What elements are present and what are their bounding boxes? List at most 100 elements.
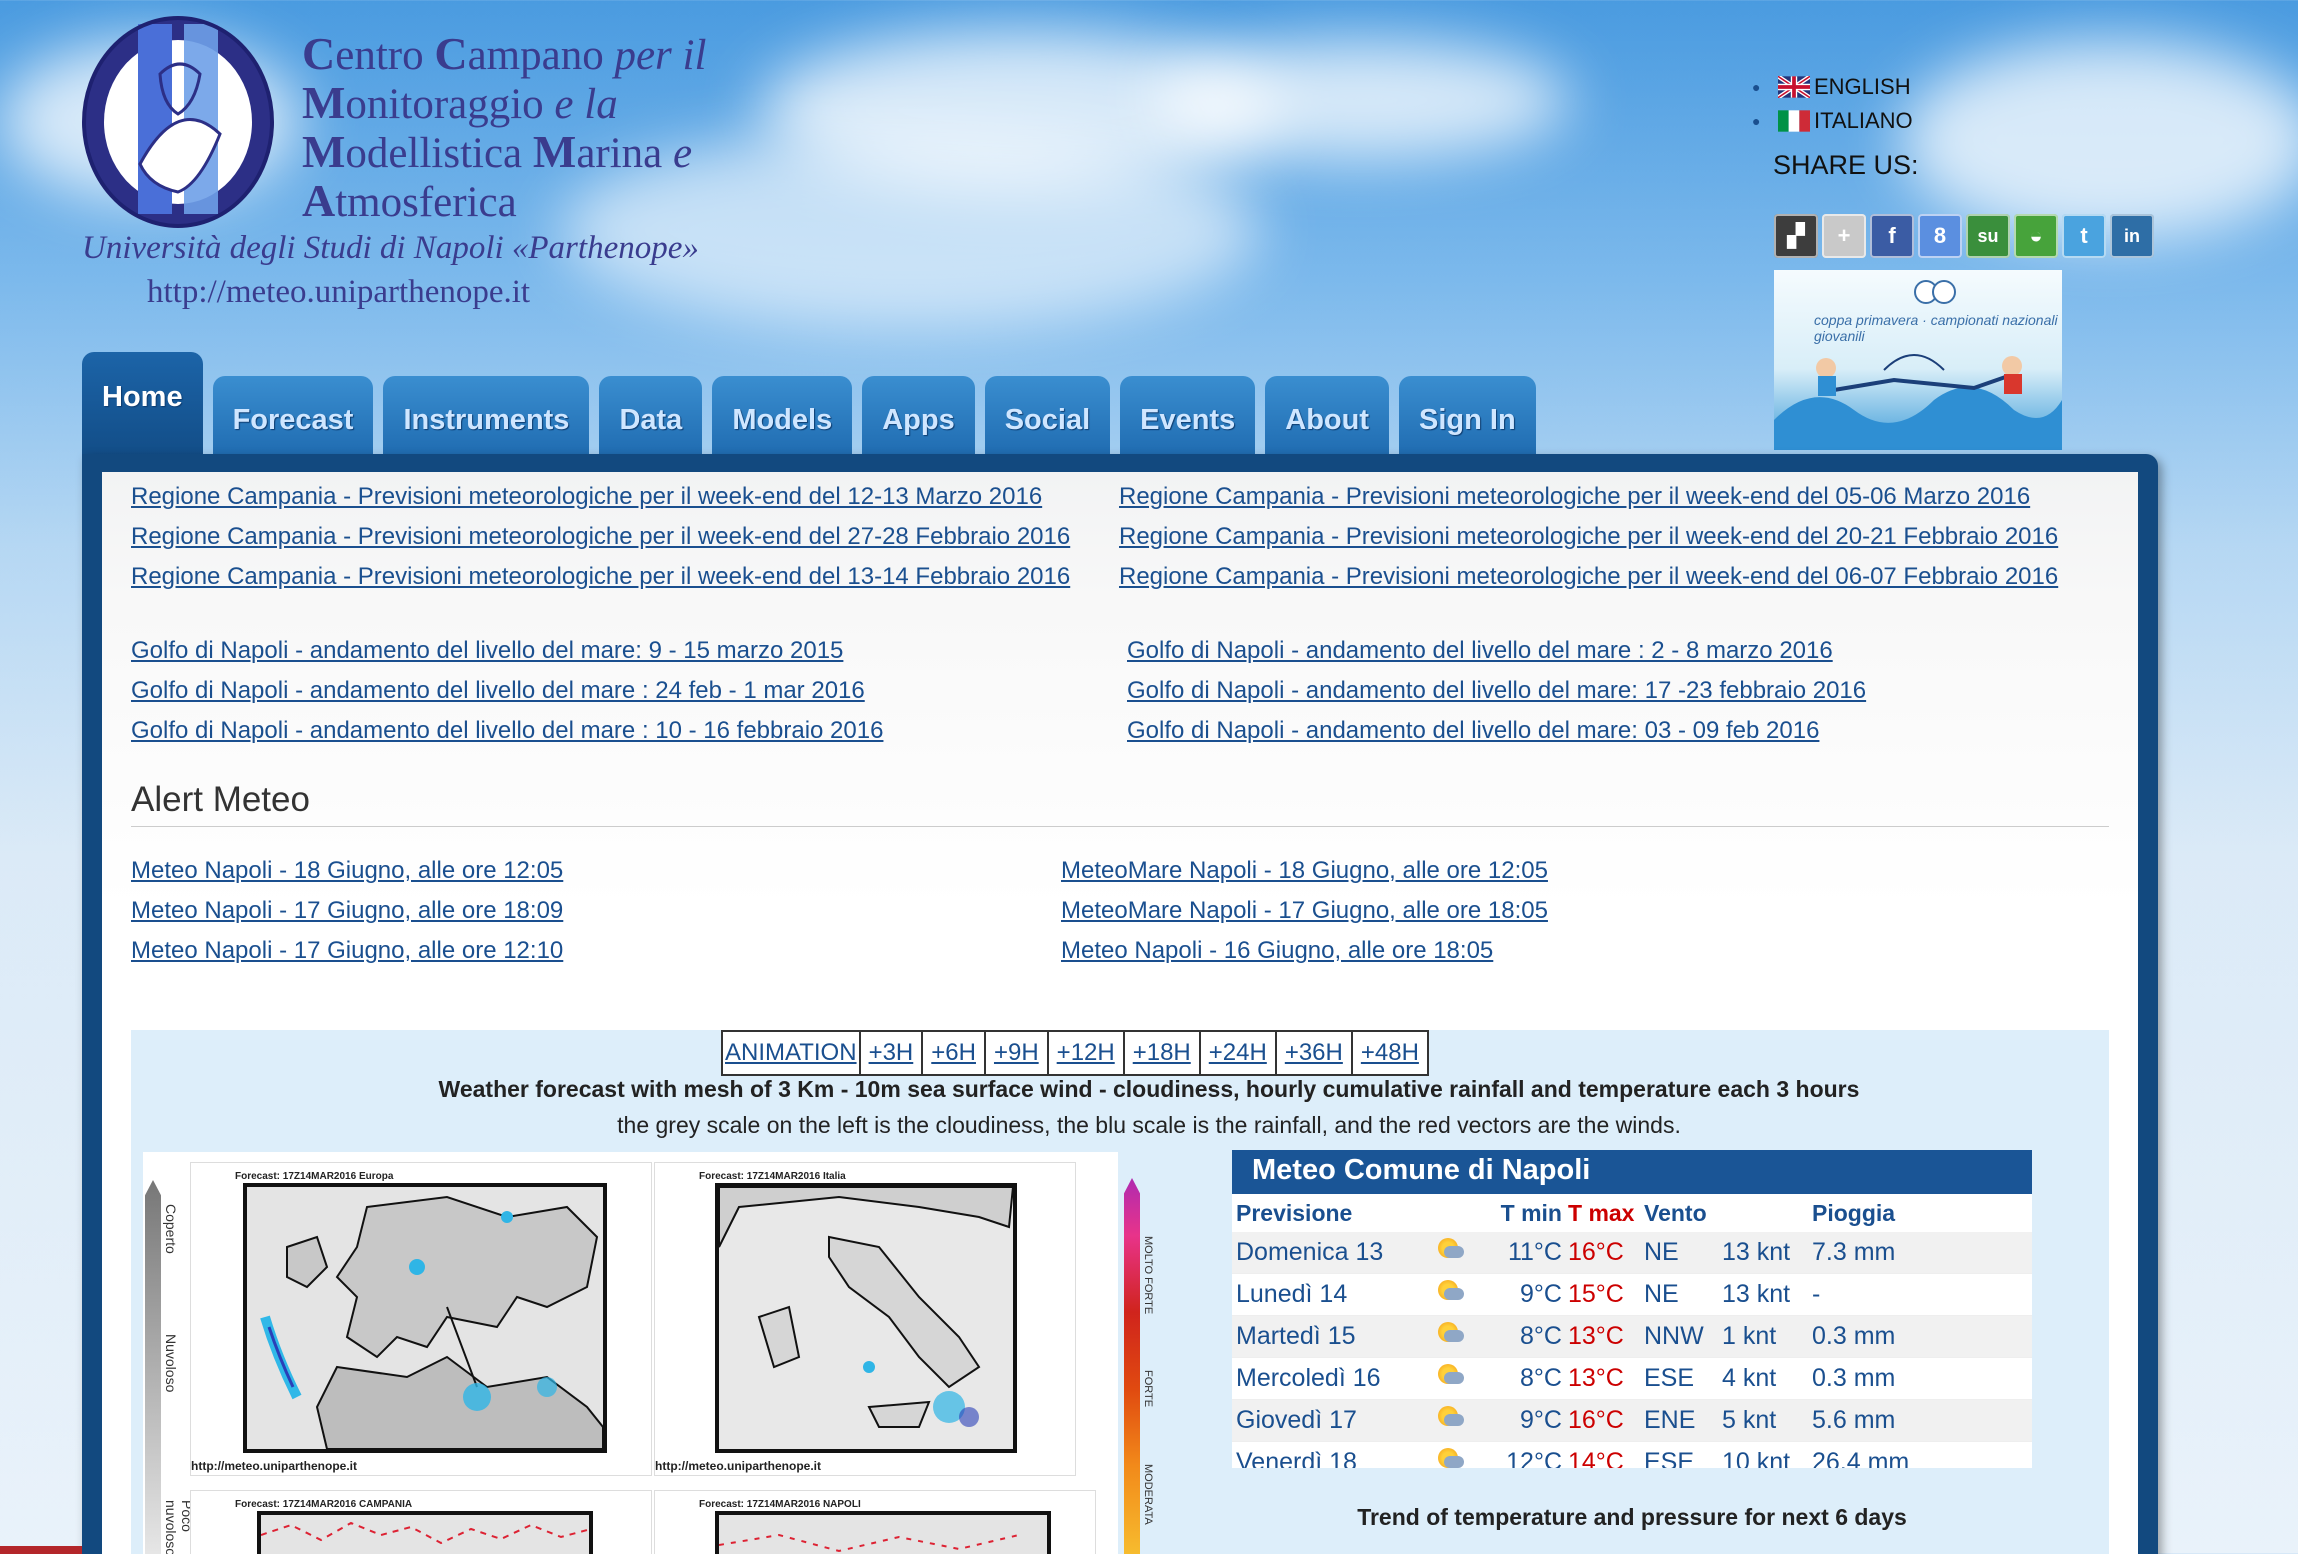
alert-link[interactable]: MeteoMare Napoli - 17 Giugno, alle ore 1… bbox=[1061, 897, 1548, 925]
language-italiano[interactable]: ● ITALIANO bbox=[1752, 108, 1913, 134]
rain: - bbox=[1812, 1280, 1821, 1308]
title-line: Atmosferica bbox=[302, 175, 517, 226]
tab-forecast[interactable]: Forecast bbox=[212, 376, 374, 458]
tab-animation[interactable]: ANIMATION bbox=[723, 1032, 861, 1074]
rain: 0.3 mm bbox=[1812, 1322, 1896, 1350]
scale-label: MODERATA bbox=[1142, 1464, 1154, 1525]
alert-link[interactable]: Meteo Napoli - 16 Giugno, alle ore 18:05 bbox=[1061, 937, 1493, 965]
alert-link[interactable]: Meteo Napoli - 17 Giugno, alle ore 18:09 bbox=[131, 897, 563, 925]
wind-speed: 4 knt bbox=[1722, 1364, 1777, 1392]
twitter-icon[interactable]: t bbox=[2062, 214, 2106, 258]
news-link[interactable]: Regione Campania - Previsioni meteorolog… bbox=[131, 483, 1042, 511]
tab-apps[interactable]: Apps bbox=[862, 376, 975, 458]
language-label[interactable]: ENGLISH bbox=[1814, 74, 1911, 100]
site-title: Centro Campano per il Monitoraggio e la … bbox=[302, 30, 706, 226]
sea-level-link[interactable]: Golfo di Napoli - andamento del livello … bbox=[1127, 637, 1833, 665]
cloudiness-scale bbox=[145, 1180, 161, 1554]
tmin: 11°C bbox=[1507, 1238, 1562, 1266]
alert-link[interactable]: Meteo Napoli - 17 Giugno, alle ore 12:10 bbox=[131, 937, 563, 965]
promo-banner[interactable]: coppa primavera · campionati nazionali g… bbox=[1774, 270, 2062, 450]
digg-icon[interactable]: + bbox=[1822, 214, 1866, 258]
main-nav-tabs: Home Forecast Instruments Data Models Ap… bbox=[82, 352, 1546, 458]
university-name: Università degli Studi di Napoli «Parthe… bbox=[82, 230, 699, 266]
language-list: ● ENGLISH ● ITALIANO bbox=[1752, 74, 1913, 142]
table-row[interactable]: Domenica 13 11°C 16°C NE 13 knt 7.3 mm bbox=[1232, 1232, 2032, 1274]
myspace-icon[interactable]: ◒ bbox=[2014, 214, 2058, 258]
scale-label: Coperto bbox=[163, 1204, 179, 1254]
google-icon[interactable]: 8 bbox=[1918, 214, 1962, 258]
tmax: 13°C bbox=[1568, 1364, 1624, 1392]
banner-text: coppa primavera · campionati nazionali g… bbox=[1814, 312, 2058, 344]
sea-level-link[interactable]: Golfo di Napoli - andamento del livello … bbox=[1127, 677, 1866, 705]
weather-icon bbox=[1438, 1280, 1492, 1309]
table-row[interactable]: Martedì 15 8°C 13°C NNW 1 knt 0.3 mm bbox=[1232, 1316, 2032, 1358]
news-link[interactable]: Regione Campania - Previsioni meteorolog… bbox=[1119, 523, 2058, 551]
news-link[interactable]: Regione Campania - Previsioni meteorolog… bbox=[1119, 483, 2030, 511]
alert-link[interactable]: MeteoMare Napoli - 18 Giugno, alle ore 1… bbox=[1061, 857, 1548, 885]
university-seal-logo[interactable] bbox=[80, 14, 276, 230]
tab-plus-18h[interactable]: +18H bbox=[1125, 1032, 1201, 1074]
forecast-map-campania[interactable]: Forecast: 17Z14MAR2016 CAMPANIA bbox=[190, 1490, 652, 1554]
tab-models[interactable]: Models bbox=[712, 376, 853, 458]
forecast-map-europe[interactable]: Forecast: 17Z14MAR2016 Europa http://met… bbox=[190, 1162, 652, 1476]
wind-speed: 13 knt bbox=[1722, 1238, 1791, 1266]
tab-plus-36h[interactable]: +36H bbox=[1277, 1032, 1353, 1074]
sea-level-link[interactable]: Golfo di Napoli - andamento del livello … bbox=[131, 637, 843, 665]
uk-flag-icon bbox=[1778, 76, 1810, 98]
map-plot bbox=[257, 1511, 593, 1554]
tab-plus-48h[interactable]: +48H bbox=[1353, 1032, 1427, 1074]
tab-instruments[interactable]: Instruments bbox=[383, 376, 590, 458]
italy-flag-icon bbox=[1778, 110, 1810, 132]
title-line: Centro Campano per il bbox=[302, 28, 707, 79]
stumbleupon-icon[interactable]: su bbox=[1966, 214, 2010, 258]
language-label[interactable]: ITALIANO bbox=[1814, 108, 1913, 134]
column-tmin: T min bbox=[1500, 1199, 1562, 1226]
wind-direction: NE bbox=[1644, 1238, 1679, 1266]
divider bbox=[131, 826, 2109, 827]
news-link[interactable]: Regione Campania - Previsioni meteorolog… bbox=[1119, 563, 2058, 591]
language-english[interactable]: ● ENGLISH bbox=[1752, 74, 1913, 100]
partly-cloudy-icon bbox=[1438, 1406, 1464, 1428]
tab-plus-24h[interactable]: +24H bbox=[1201, 1032, 1277, 1074]
share-label: SHARE US: bbox=[1773, 150, 1919, 180]
tab-plus-6h[interactable]: +6H bbox=[923, 1032, 986, 1074]
forecast-subtitle: the grey scale on the left is the cloudi… bbox=[617, 1112, 1681, 1138]
tab-events[interactable]: Events bbox=[1120, 376, 1256, 458]
alert-link[interactable]: Meteo Napoli - 18 Giugno, alle ore 12:05 bbox=[131, 857, 563, 885]
table-row[interactable]: Lunedì 14 9°C 15°C NE 13 knt - bbox=[1232, 1274, 2032, 1316]
weather-icon bbox=[1438, 1448, 1492, 1468]
sea-level-link[interactable]: Golfo di Napoli - andamento del livello … bbox=[1127, 717, 1819, 745]
tab-home[interactable]: Home bbox=[82, 352, 203, 458]
scale-label: Nuvoloso bbox=[163, 1334, 179, 1393]
table-row[interactable]: Venerdì 18 12°C 14°C ESE 10 knt 26.4 mm bbox=[1232, 1442, 2032, 1468]
table-row[interactable]: Mercoledì 16 8°C 13°C ESE 4 knt 0.3 mm bbox=[1232, 1358, 2032, 1400]
tmax: 16°C bbox=[1568, 1406, 1624, 1434]
column-vento: Vento bbox=[1644, 1199, 1707, 1226]
linkedin-icon[interactable]: in bbox=[2110, 214, 2154, 258]
table-header: Previsione T min T max Vento Pioggia bbox=[1232, 1194, 2032, 1232]
sea-level-link[interactable]: Golfo di Napoli - andamento del livello … bbox=[131, 717, 883, 745]
facebook-icon[interactable]: f bbox=[1870, 214, 1914, 258]
news-link[interactable]: Regione Campania - Previsioni meteorolog… bbox=[131, 523, 1070, 551]
table-row[interactable]: Giovedì 17 9°C 16°C ENE 5 knt 5.6 mm bbox=[1232, 1400, 2032, 1442]
tab-about[interactable]: About bbox=[1265, 376, 1390, 458]
tab-sign-in[interactable]: Sign In bbox=[1399, 376, 1536, 458]
tab-plus-9h[interactable]: +9H bbox=[986, 1032, 1049, 1074]
tab-social[interactable]: Social bbox=[984, 376, 1111, 458]
news-link[interactable]: Regione Campania - Previsioni meteorolog… bbox=[131, 563, 1070, 591]
day: Martedì 15 bbox=[1236, 1322, 1356, 1350]
map-plot bbox=[715, 1511, 1051, 1554]
forecast-map-italy[interactable]: Forecast: 17Z14MAR2016 Italia http://met… bbox=[654, 1162, 1076, 1476]
rainfall-scale bbox=[1124, 1178, 1140, 1554]
forecast-map-napoli[interactable]: Forecast: 17Z14MAR2016 NAPOLI bbox=[654, 1490, 1096, 1554]
meteo-napoli-table: Meteo Comune di Napoli Previsione T min … bbox=[1232, 1150, 2032, 1468]
day: Giovedì 17 bbox=[1236, 1406, 1357, 1434]
tab-plus-3h[interactable]: +3H bbox=[861, 1032, 924, 1074]
tmax: 15°C bbox=[1568, 1280, 1624, 1308]
tab-plus-12h[interactable]: +12H bbox=[1049, 1032, 1125, 1074]
tab-data[interactable]: Data bbox=[599, 376, 703, 458]
forecast-time-tabs: ANIMATION +3H +6H +9H +12H +18H +24H +36… bbox=[721, 1030, 1429, 1076]
sea-level-link[interactable]: Golfo di Napoli - andamento del livello … bbox=[131, 677, 865, 705]
tmin: 8°C bbox=[1520, 1322, 1562, 1350]
delicious-icon[interactable]: ▞ bbox=[1774, 214, 1818, 258]
